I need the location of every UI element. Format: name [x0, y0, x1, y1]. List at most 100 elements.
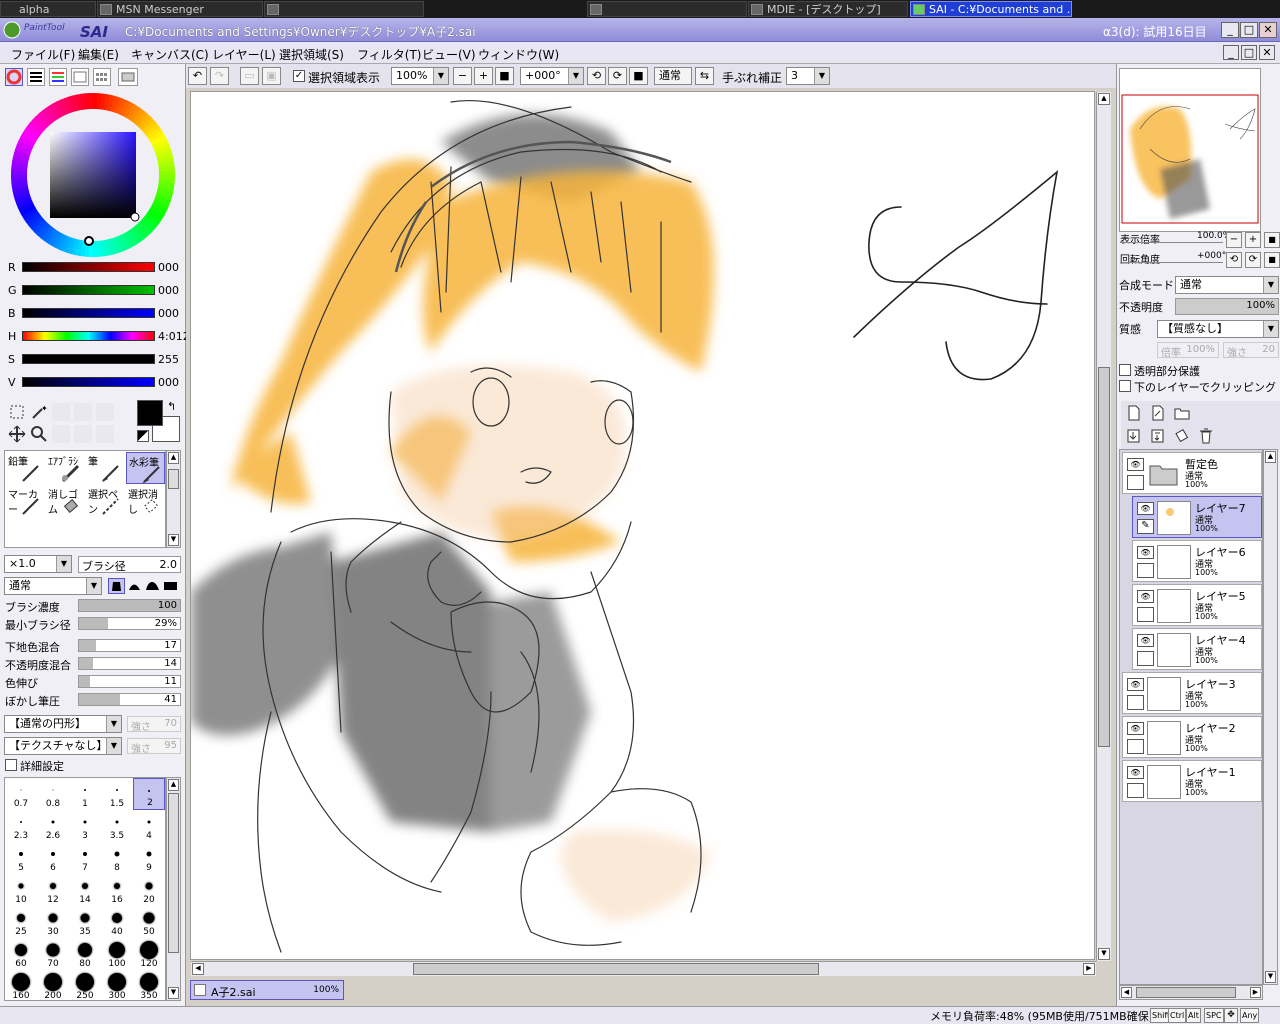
brush-size-preset[interactable]: 3.5: [101, 810, 133, 842]
tool-select-pen[interactable]: 選択ペン: [86, 485, 125, 517]
layer-item[interactable]: 👁 レイヤー3 通常 100%: [1122, 672, 1262, 714]
deselect-button[interactable]: ▭: [240, 67, 259, 85]
rotate-reset-button[interactable]: ■: [629, 67, 648, 85]
move-icon[interactable]: [8, 425, 26, 443]
tool-eraser[interactable]: 消しゴム: [46, 485, 85, 517]
layer-list-h-scrollbar[interactable]: ◀ ▶: [1119, 985, 1263, 1000]
brush-size-preset[interactable]: 2.3: [5, 810, 37, 842]
canvas-horizontal-scrollbar[interactable]: ◀ ▶: [191, 961, 1096, 976]
brush-size-preset[interactable]: 8: [101, 842, 133, 874]
layer-item[interactable]: 👁 レイヤー4 通常 100%: [1132, 628, 1262, 670]
visibility-eye-icon[interactable]: 👁: [1127, 678, 1144, 691]
visibility-eye-icon[interactable]: 👁: [1127, 458, 1144, 471]
new-folder-icon[interactable]: [1173, 404, 1191, 422]
opacity-slider[interactable]: 100%: [1175, 298, 1279, 315]
taskbar-item-alpha[interactable]: alpha: [0, 1, 96, 17]
nav-zoom-reset-button[interactable]: ■: [1264, 232, 1280, 248]
menu-view[interactable]: ビュー(V): [422, 46, 476, 63]
brush-size-preset[interactable]: 0.7: [5, 778, 37, 810]
doc-close-button[interactable]: ✕: [1259, 45, 1275, 60]
size-multiplier-select[interactable]: ×1.0 ▼: [4, 555, 72, 573]
tool-pencil[interactable]: 鉛筆: [6, 452, 45, 484]
brush-size-preset[interactable]: 2.6: [37, 810, 69, 842]
new-layer-icon[interactable]: [1125, 404, 1143, 422]
brush-size-preset[interactable]: 10: [5, 874, 37, 906]
brush-param-slider[interactable]: 17: [78, 639, 181, 652]
slider-s[interactable]: [22, 354, 155, 364]
brush-shape-round-button[interactable]: [127, 578, 144, 594]
menu-filter[interactable]: フィルタ(T): [357, 46, 421, 63]
canvas-vertical-scrollbar[interactable]: ▲ ▼: [1096, 92, 1111, 961]
menu-layer[interactable]: レイヤー(L): [212, 46, 276, 63]
zoom-out-button[interactable]: −: [453, 67, 472, 85]
brush-param-slider[interactable]: 14: [78, 657, 181, 670]
menu-file[interactable]: ファイル(F): [11, 46, 75, 63]
layer-item[interactable]: 👁 レイヤー1 通常 100%: [1122, 760, 1262, 802]
brush-size-preset[interactable]: 70: [37, 938, 69, 970]
brush-size-preset[interactable]: 12: [37, 874, 69, 906]
document-tab[interactable]: A子2.sai 100%: [190, 980, 344, 1000]
layer-item[interactable]: 👁 ✎ レイヤー7 通常 100%: [1132, 496, 1262, 538]
view-mode-button[interactable]: 通常: [654, 67, 692, 85]
nav-zoom-slider[interactable]: [1120, 242, 1223, 243]
zoom-reset-button[interactable]: ■: [495, 67, 514, 85]
taskbar-item-sai[interactable]: SAI - C:¥Documents and ...: [910, 1, 1072, 17]
brush-size-preset[interactable]: 3: [69, 810, 101, 842]
tool-airbrush[interactable]: ｴｱﾌﾞﾗｼ: [46, 452, 85, 484]
undo-button[interactable]: ↶: [188, 67, 207, 85]
layer-lock-checkbox[interactable]: ✎: [1137, 519, 1154, 534]
magic-wand-icon[interactable]: ✦: [30, 403, 48, 421]
invert-selection-button[interactable]: ▣: [262, 67, 281, 85]
swap-colors-icon[interactable]: ↰: [167, 400, 181, 414]
merge-down-icon[interactable]: [1149, 427, 1167, 445]
layer-lock-checkbox[interactable]: [1127, 695, 1144, 710]
brush-size-preset[interactable]: 350: [133, 970, 165, 1002]
layer-lock-checkbox[interactable]: [1137, 563, 1154, 578]
brush-size-preset[interactable]: 120: [133, 938, 165, 970]
doc-minimize-button[interactable]: _: [1223, 45, 1239, 60]
brush-param-slider[interactable]: 100: [78, 599, 181, 612]
hsv-slider-tab[interactable]: [49, 68, 67, 86]
layer-list-scrollbar[interactable]: ▲ ▼: [1263, 449, 1278, 985]
brush-param-slider[interactable]: 11: [78, 675, 181, 688]
layer-item[interactable]: 👁 レイヤー2 通常 100%: [1122, 716, 1262, 758]
brush-size-preset[interactable]: 20: [133, 874, 165, 906]
brush-size-scrollbar[interactable]: ▲ ▼: [166, 777, 181, 1001]
protect-alpha-checkbox[interactable]: [1119, 364, 1131, 376]
visibility-eye-icon[interactable]: 👁: [1127, 766, 1144, 779]
rect-select-icon[interactable]: [8, 403, 26, 421]
layer-lock-checkbox[interactable]: [1137, 607, 1154, 622]
brush-size-preset[interactable]: 9: [133, 842, 165, 874]
tool-watercolor[interactable]: 水彩筆: [126, 452, 165, 484]
color-wheel-tab[interactable]: [5, 68, 23, 86]
new-linework-layer-icon[interactable]: [1149, 404, 1167, 422]
taskbar-item-3[interactable]: [264, 1, 424, 17]
close-button[interactable]: ✕: [1259, 22, 1277, 38]
layer-lock-checkbox[interactable]: [1127, 475, 1144, 490]
brush-param-slider[interactable]: 29%: [78, 617, 181, 630]
visibility-eye-icon[interactable]: 👁: [1137, 590, 1154, 603]
visibility-eye-icon[interactable]: 👁: [1137, 502, 1154, 515]
tool-list-scrollbar[interactable]: ▲ ▼: [166, 450, 181, 548]
layer-texture-select[interactable]: 【質感なし】 ▼: [1157, 320, 1279, 338]
navigator-preview[interactable]: [1119, 68, 1261, 232]
tool-brush[interactable]: 筆: [86, 452, 125, 484]
visibility-eye-icon[interactable]: 👁: [1137, 546, 1154, 559]
rotate-right-button[interactable]: ⟳: [608, 67, 627, 85]
blend-mode-select[interactable]: 通常 ▼: [1175, 276, 1279, 294]
brush-size-preset[interactable]: 1.5: [101, 778, 133, 810]
transfer-down-icon[interactable]: [1125, 427, 1143, 445]
delete-layer-icon[interactable]: [1197, 427, 1215, 445]
brush-size-preset[interactable]: 80: [69, 938, 101, 970]
maximize-button[interactable]: □: [1240, 22, 1258, 38]
slider-v[interactable]: [22, 377, 155, 387]
minimize-button[interactable]: _: [1221, 22, 1239, 38]
slider-b[interactable]: [22, 308, 155, 318]
rotate-left-button[interactable]: ⟲: [587, 67, 606, 85]
layer-item[interactable]: 👁 レイヤー5 通常 100%: [1132, 584, 1262, 626]
brush-size-preset[interactable]: 0.8: [37, 778, 69, 810]
brush-size-preset[interactable]: 5: [5, 842, 37, 874]
slider-g[interactable]: [22, 285, 155, 295]
taskbar-item-msn[interactable]: MSN Messenger: [97, 1, 263, 17]
rgb-slider-tab[interactable]: [27, 68, 45, 86]
